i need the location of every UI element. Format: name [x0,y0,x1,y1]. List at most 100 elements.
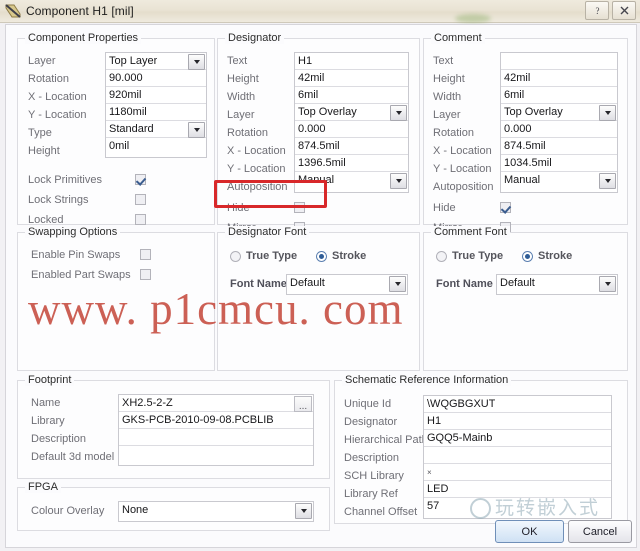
label-enable-pin-swaps: Enable Pin Swaps [31,249,121,261]
input-designator-x-location[interactable]: 874.5mil [295,138,408,155]
input-designator-autoposition[interactable]: Manual [295,172,408,189]
label-sch-description: Description [344,452,400,464]
value-comment-height: 42mil [504,71,531,84]
group-title-component-properties: Component Properties [25,32,142,44]
input-designator-height[interactable]: 42mil [295,70,408,87]
checkbox-comment-hide[interactable] [500,202,511,213]
input-comment-width[interactable]: 6mil [501,87,617,104]
group-comment: Comment Text Height Width Layer Rotation… [423,32,628,234]
input-footprint-description[interactable] [119,429,313,446]
label-designator-width: Width [227,91,256,103]
input-unique-id[interactable]: \WQGBGXUT [424,396,611,413]
label-designator-text: Text [227,55,248,67]
input-type[interactable]: Standard [106,121,206,138]
group-title-comment-font: Comment Font [431,226,510,238]
label-sch-library: SCH Library [344,470,404,482]
input-footprint-library[interactable]: GKS-PCB-2010-09-08.PCBLIB [119,412,313,429]
chevron-down-icon[interactable] [390,173,407,189]
value-unique-id: \WQGBGXUT [427,397,496,410]
input-footprint-name[interactable]: XH2.5-2-Z ... [119,395,313,412]
input-hierarchical-path[interactable]: GQQ5-Mainb [424,430,611,447]
input-colour-overlay[interactable]: None [119,502,313,519]
window-title: Component H1 [mil] [26,4,134,18]
radio-comment-true-type[interactable] [436,250,447,262]
title-bar: Component H1 [mil] ? [0,0,640,23]
checkbox-enabled-part-swaps[interactable] [140,269,151,280]
chevron-down-icon[interactable] [188,54,205,70]
label-footprint-default-3d-model: Default 3d model [31,451,115,463]
browse-footprint-button[interactable]: ... [294,396,312,412]
input-comment-height[interactable]: 42mil [501,70,617,87]
label-comment-layer: Layer [433,109,461,121]
group-footprint: Footprint Name Library Description Defau… [17,374,330,479]
input-comment-text[interactable] [501,53,617,70]
input-designator-rotation[interactable]: 0.000 [295,121,408,138]
label-comment-text: Text [433,55,454,67]
label-enabled-part-swaps: Enabled Part Swaps [31,269,131,281]
label-library-ref: Library Ref [344,488,398,500]
svg-text:?: ? [595,6,599,16]
chevron-down-icon[interactable] [295,503,312,519]
close-button[interactable] [612,1,636,20]
label-height: Height [28,145,60,157]
checkbox-designator-hide[interactable] [294,202,305,213]
input-comment-autoposition[interactable]: Manual [501,172,617,189]
chevron-down-icon[interactable] [599,173,616,189]
component-properties-fields: Top Layer 90.000 920mil 1180mil Standard… [105,52,207,158]
label-lock-strings: Lock Strings [28,194,89,206]
value-designator-width: 6mil [298,88,319,101]
group-title-designator: Designator [225,32,285,44]
input-sch-description[interactable] [424,447,611,464]
input-x-location[interactable]: 920mil [106,87,206,104]
input-designator-text[interactable]: H1 [295,53,408,70]
value-colour-overlay: None [122,504,149,516]
help-button[interactable]: ? [585,1,609,20]
input-rotation[interactable]: 90.000 [106,70,206,87]
checkbox-locked[interactable] [135,214,146,225]
group-title-swapping-options: Swapping Options [25,226,121,238]
chevron-down-icon[interactable] [188,122,205,138]
label-designator-hide: Hide [227,202,250,214]
value-comment-x-location: 874.5mil [504,139,546,152]
label-footprint-description: Description [31,433,87,445]
label-y-location: Y - Location [28,109,87,121]
checkbox-lock-primitives[interactable] [135,174,146,185]
label-designator-y-location: Y - Location [227,163,286,175]
input-sch-designator[interactable]: H1 [424,413,611,430]
label-designator-stroke: Stroke [332,250,367,262]
value-designator-y-location: 1396.5mil [298,156,346,169]
value-designator-text: H1 [298,54,313,67]
radio-designator-true-type[interactable] [230,250,241,262]
input-layer[interactable]: Top Layer [106,53,206,70]
value-sch-designator: H1 [427,414,442,427]
input-y-location[interactable]: 1180mil [106,104,206,121]
input-designator-layer[interactable]: Top Overlay [295,104,408,121]
input-height[interactable]: 0mil [106,138,206,155]
checkbox-enable-pin-swaps[interactable] [140,249,151,260]
input-comment-rotation[interactable]: 0.000 [501,121,617,138]
label-sch-designator: Designator [344,416,398,428]
group-title-fpga: FPGA [25,481,61,493]
chevron-down-icon[interactable] [599,105,616,121]
label-comment-true-type: True Type [452,250,504,262]
label-designator-x-location: X - Location [227,145,286,157]
help-icon: ? [595,6,599,16]
input-designator-y-location[interactable]: 1396.5mil [295,155,408,172]
checkbox-lock-strings[interactable] [135,194,146,205]
label-layer: Layer [28,55,56,67]
group-component-properties: Component Properties Layer Rotation X - … [17,32,215,226]
watermark-secondary: 玩转嵌入式 [470,493,620,531]
input-sch-library[interactable]: × [424,464,611,481]
radio-comment-stroke[interactable] [522,250,533,262]
input-designator-width[interactable]: 6mil [295,87,408,104]
input-comment-y-location[interactable]: 1034.5mil [501,155,617,172]
input-comment-layer[interactable]: Top Overlay [501,104,617,121]
group-fpga: FPGA Colour Overlay None [17,481,330,531]
label-comment-rotation: Rotation [433,127,474,139]
input-comment-x-location[interactable]: 874.5mil [501,138,617,155]
input-footprint-default-3d-model[interactable] [119,446,313,463]
value-designator-height: 42mil [298,71,325,84]
value-type: Standard [109,122,154,135]
chevron-down-icon[interactable] [390,105,407,121]
radio-designator-stroke[interactable] [316,250,327,262]
